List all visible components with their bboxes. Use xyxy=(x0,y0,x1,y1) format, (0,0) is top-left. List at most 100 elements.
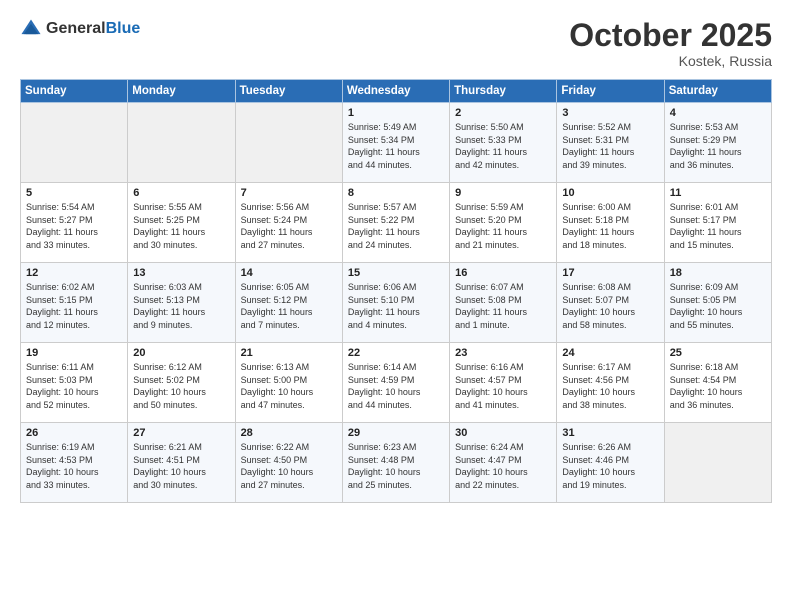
day-info: Sunrise: 5:54 AM Sunset: 5:27 PM Dayligh… xyxy=(26,201,122,251)
day-number: 15 xyxy=(348,267,444,279)
col-wednesday: Wednesday xyxy=(342,80,449,103)
table-row: 1Sunrise: 5:49 AM Sunset: 5:34 PM Daylig… xyxy=(342,103,449,183)
day-number: 21 xyxy=(241,347,337,359)
table-row xyxy=(21,103,128,183)
day-info: Sunrise: 6:07 AM Sunset: 5:08 PM Dayligh… xyxy=(455,281,551,331)
month-title: October 2025 xyxy=(569,18,772,53)
day-number: 2 xyxy=(455,107,551,119)
table-row xyxy=(128,103,235,183)
day-info: Sunrise: 5:57 AM Sunset: 5:22 PM Dayligh… xyxy=(348,201,444,251)
day-info: Sunrise: 6:02 AM Sunset: 5:15 PM Dayligh… xyxy=(26,281,122,331)
day-info: Sunrise: 6:09 AM Sunset: 5:05 PM Dayligh… xyxy=(670,281,766,331)
day-info: Sunrise: 6:06 AM Sunset: 5:10 PM Dayligh… xyxy=(348,281,444,331)
table-row: 15 Sunrise: 6:06 AM Sunset: 5:10 PM Dayli… xyxy=(342,263,449,343)
table-row: 30 Sunrise: 6:24 AM Sunset: 4:47 PM Dayli… xyxy=(450,423,557,503)
logo-icon xyxy=(20,18,42,40)
table-row: 8 Sunrise: 5:57 AM Sunset: 5:22 PM Daylig… xyxy=(342,183,449,263)
col-monday: Monday xyxy=(128,80,235,103)
calendar-week-row: 12 Sunrise: 6:02 AM Sunset: 5:15 PM Dayli… xyxy=(21,263,772,343)
table-row: 4 Sunrise: 5:53 AM Sunset: 5:29 PM Daylig… xyxy=(664,103,771,183)
table-row: 2 Sunrise: 5:50 AM Sunset: 5:33 PM Daylig… xyxy=(450,103,557,183)
day-info: Sunrise: 6:01 AM Sunset: 5:17 PM Dayligh… xyxy=(670,201,766,251)
calendar-week-row: 5 Sunrise: 5:54 AM Sunset: 5:27 PM Daylig… xyxy=(21,183,772,263)
day-number: 12 xyxy=(26,267,122,279)
day-number: 27 xyxy=(133,427,229,439)
day-info: Sunrise: 6:18 AM Sunset: 4:54 PM Dayligh… xyxy=(670,361,766,411)
table-row: 19 Sunrise: 6:11 AM Sunset: 5:03 PM Dayli… xyxy=(21,343,128,423)
title-block: October 2025 Kostek, Russia xyxy=(569,18,772,69)
day-info: Sunrise: 5:53 AM Sunset: 5:29 PM Dayligh… xyxy=(670,121,766,171)
day-info: Sunrise: 6:16 AM Sunset: 4:57 PM Dayligh… xyxy=(455,361,551,411)
table-row: 7Sunrise: 5:56 AM Sunset: 5:24 PM Daylig… xyxy=(235,183,342,263)
calendar-week-row: 19 Sunrise: 6:11 AM Sunset: 5:03 PM Dayli… xyxy=(21,343,772,423)
table-row: 17Sunrise: 6:08 AM Sunset: 5:07 PM Dayli… xyxy=(557,263,664,343)
day-number: 22 xyxy=(348,347,444,359)
day-number: 5 xyxy=(26,187,122,199)
day-info: Sunrise: 6:21 AM Sunset: 4:51 PM Dayligh… xyxy=(133,441,229,491)
table-row: 13Sunrise: 6:03 AM Sunset: 5:13 PM Dayli… xyxy=(128,263,235,343)
col-tuesday: Tuesday xyxy=(235,80,342,103)
table-row: 21Sunrise: 6:13 AM Sunset: 5:00 PM Dayli… xyxy=(235,343,342,423)
day-info: Sunrise: 6:24 AM Sunset: 4:47 PM Dayligh… xyxy=(455,441,551,491)
day-info: Sunrise: 5:56 AM Sunset: 5:24 PM Dayligh… xyxy=(241,201,337,251)
day-number: 20 xyxy=(133,347,229,359)
table-row: 5 Sunrise: 5:54 AM Sunset: 5:27 PM Daylig… xyxy=(21,183,128,263)
col-saturday: Saturday xyxy=(664,80,771,103)
table-row: 18Sunrise: 6:09 AM Sunset: 5:05 PM Dayli… xyxy=(664,263,771,343)
day-number: 23 xyxy=(455,347,551,359)
day-number: 24 xyxy=(562,347,658,359)
day-number: 16 xyxy=(455,267,551,279)
day-number: 8 xyxy=(348,187,444,199)
day-info: Sunrise: 5:49 AM Sunset: 5:34 PM Dayligh… xyxy=(348,121,444,171)
day-info: Sunrise: 6:23 AM Sunset: 4:48 PM Dayligh… xyxy=(348,441,444,491)
day-info: Sunrise: 6:22 AM Sunset: 4:50 PM Dayligh… xyxy=(241,441,337,491)
day-info: Sunrise: 6:11 AM Sunset: 5:03 PM Dayligh… xyxy=(26,361,122,411)
day-info: Sunrise: 5:52 AM Sunset: 5:31 PM Dayligh… xyxy=(562,121,658,171)
table-row: 12 Sunrise: 6:02 AM Sunset: 5:15 PM Dayli… xyxy=(21,263,128,343)
table-row: 26 Sunrise: 6:19 AM Sunset: 4:53 PM Dayli… xyxy=(21,423,128,503)
table-row xyxy=(664,423,771,503)
calendar-week-row: 26 Sunrise: 6:19 AM Sunset: 4:53 PM Dayli… xyxy=(21,423,772,503)
day-number: 3 xyxy=(562,107,658,119)
day-info: Sunrise: 6:14 AM Sunset: 4:59 PM Dayligh… xyxy=(348,361,444,411)
day-info: Sunrise: 6:19 AM Sunset: 4:53 PM Dayligh… xyxy=(26,441,122,491)
col-friday: Friday xyxy=(557,80,664,103)
table-row: 9Sunrise: 5:59 AM Sunset: 5:20 PM Daylig… xyxy=(450,183,557,263)
calendar: Sunday Monday Tuesday Wednesday Thursday… xyxy=(20,79,772,503)
day-info: Sunrise: 6:17 AM Sunset: 4:56 PM Dayligh… xyxy=(562,361,658,411)
day-info: Sunrise: 6:00 AM Sunset: 5:18 PM Dayligh… xyxy=(562,201,658,251)
day-number: 25 xyxy=(670,347,766,359)
table-row: 6 Sunrise: 5:55 AM Sunset: 5:25 PM Daylig… xyxy=(128,183,235,263)
day-info: Sunrise: 5:50 AM Sunset: 5:33 PM Dayligh… xyxy=(455,121,551,171)
table-row: 31 Sunrise: 6:26 AM Sunset: 4:46 PM Dayli… xyxy=(557,423,664,503)
table-row: 10 Sunrise: 6:00 AM Sunset: 5:18 PM Dayli… xyxy=(557,183,664,263)
day-number: 30 xyxy=(455,427,551,439)
table-row: 14 Sunrise: 6:05 AM Sunset: 5:12 PM Dayli… xyxy=(235,263,342,343)
col-sunday: Sunday xyxy=(21,80,128,103)
calendar-week-row: 1Sunrise: 5:49 AM Sunset: 5:34 PM Daylig… xyxy=(21,103,772,183)
table-row: 27 Sunrise: 6:21 AM Sunset: 4:51 PM Dayli… xyxy=(128,423,235,503)
calendar-header-row: Sunday Monday Tuesday Wednesday Thursday… xyxy=(21,80,772,103)
day-number: 10 xyxy=(562,187,658,199)
table-row xyxy=(235,103,342,183)
day-number: 6 xyxy=(133,187,229,199)
table-row: 11 Sunrise: 6:01 AM Sunset: 5:17 PM Dayli… xyxy=(664,183,771,263)
day-info: Sunrise: 5:55 AM Sunset: 5:25 PM Dayligh… xyxy=(133,201,229,251)
day-info: Sunrise: 6:08 AM Sunset: 5:07 PM Dayligh… xyxy=(562,281,658,331)
table-row: 24 Sunrise: 6:17 AM Sunset: 4:56 PM Dayli… xyxy=(557,343,664,423)
day-number: 4 xyxy=(670,107,766,119)
table-row: 25 Sunrise: 6:18 AM Sunset: 4:54 PM Dayli… xyxy=(664,343,771,423)
day-number: 11 xyxy=(670,187,766,199)
table-row: 3 Sunrise: 5:52 AM Sunset: 5:31 PM Daylig… xyxy=(557,103,664,183)
day-number: 19 xyxy=(26,347,122,359)
table-row: 20 Sunrise: 6:12 AM Sunset: 5:02 PM Dayli… xyxy=(128,343,235,423)
day-number: 14 xyxy=(241,267,337,279)
day-info: Sunrise: 6:26 AM Sunset: 4:46 PM Dayligh… xyxy=(562,441,658,491)
day-info: Sunrise: 6:05 AM Sunset: 5:12 PM Dayligh… xyxy=(241,281,337,331)
day-info: Sunrise: 6:12 AM Sunset: 5:02 PM Dayligh… xyxy=(133,361,229,411)
day-number: 29 xyxy=(348,427,444,439)
day-number: 26 xyxy=(26,427,122,439)
logo-blue: Blue xyxy=(106,19,141,38)
logo: General Blue xyxy=(20,18,140,40)
day-number: 31 xyxy=(562,427,658,439)
